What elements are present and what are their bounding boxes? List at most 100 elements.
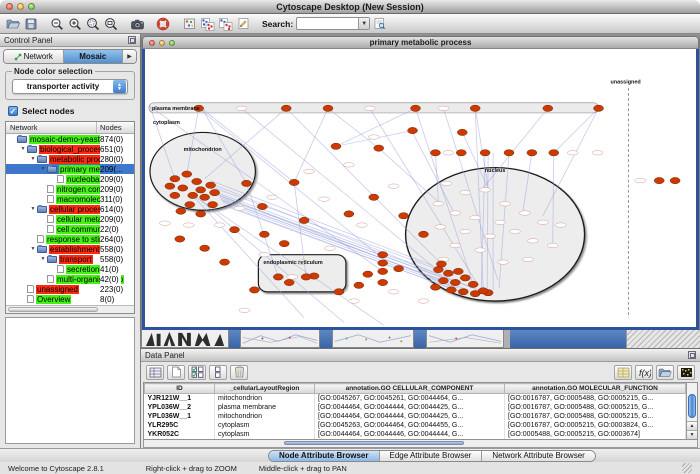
network-node[interactable] [438, 278, 448, 284]
network-node[interactable] [419, 231, 429, 237]
network-node[interactable] [230, 227, 240, 233]
delete-attribute-icon[interactable] [230, 365, 248, 380]
copy-network-expand-icon[interactable] [216, 15, 234, 32]
zoom-in-icon[interactable] [66, 15, 84, 32]
tree-row[interactable]: macromolecule311(0) [6, 194, 134, 204]
view-resize-corner[interactable] [626, 330, 700, 348]
background-window-fragment[interactable] [141, 330, 229, 348]
network-node[interactable] [543, 105, 553, 111]
tree-row[interactable]: ▼establishment of lo558(0) [6, 244, 134, 254]
tree-row[interactable]: secretion41(0) [6, 264, 134, 274]
tree-row[interactable]: ▼transport558(0) [6, 254, 134, 264]
tab-network-attribute-browser[interactable]: Network Attribute Browser [482, 451, 594, 461]
network-node[interactable] [594, 105, 604, 111]
network-node[interactable] [259, 231, 269, 237]
disclosure-triangle-icon[interactable]: ▼ [39, 256, 47, 262]
scrollbar-thumb[interactable] [688, 394, 696, 418]
table-row[interactable]: YLR295Ccytoplasm[GO:0045263, GO:0044464,… [145, 421, 686, 430]
network-node[interactable] [443, 270, 453, 276]
search-combo[interactable]: ▼ [296, 17, 370, 30]
network-node[interactable] [334, 289, 344, 295]
tab-mosaic[interactable]: Mosaic [64, 50, 124, 63]
table-row[interactable]: YPL036W__1mitochondrion[GO:0044464, GO:0… [145, 412, 686, 421]
view-titlebar[interactable]: primary metabolic process [142, 36, 699, 49]
tree-row[interactable]: multi-organism pro42(0) [6, 274, 134, 284]
network-canvas[interactable]: plasma membranecytoplasmmitochondrionnuc… [142, 49, 699, 330]
annotation-icon[interactable] [234, 15, 252, 32]
network-node[interactable] [378, 268, 388, 274]
tab-network[interactable]: Network [4, 50, 64, 63]
scrollbar-thumb[interactable] [8, 307, 98, 312]
network-node[interactable] [284, 279, 294, 285]
network-node[interactable] [430, 150, 440, 156]
save-icon[interactable] [22, 15, 40, 32]
tree-row[interactable]: Overview8(0) [6, 294, 134, 304]
network-node[interactable] [273, 274, 283, 280]
network-node[interactable] [301, 274, 311, 280]
tree-row[interactable]: ▼metabolic process280(0) [6, 154, 134, 164]
network-node[interactable] [289, 179, 299, 185]
network-node[interactable] [178, 185, 188, 191]
chevron-down-icon[interactable]: ▼ [358, 18, 369, 29]
network-node[interactable] [394, 265, 404, 271]
network-node[interactable] [210, 189, 220, 195]
attribute-matrix-icon[interactable] [677, 365, 695, 380]
tree-row[interactable]: nitrogen compo209(0) [6, 184, 134, 194]
column-header[interactable]: annotation.GO CELLULAR_COMPONENT [315, 384, 505, 394]
birdseye-icon[interactable] [180, 15, 198, 32]
select-nodes-checkbox[interactable]: ✓ [8, 106, 18, 116]
select-attributes-icon[interactable] [188, 365, 206, 380]
more-tabs-arrow[interactable]: ▶ [123, 50, 136, 63]
network-node[interactable] [192, 178, 202, 184]
column-header[interactable]: _cellularLayoutRegion [215, 384, 315, 394]
disclosure-triangle-icon[interactable]: ▼ [29, 156, 37, 162]
column-header[interactable]: annotation.GO MOLECULAR_FUNCTION [505, 384, 686, 394]
resize-grip[interactable] [682, 463, 692, 473]
network-node[interactable] [354, 282, 364, 288]
network-node[interactable] [241, 180, 251, 186]
scrollbar-thumb[interactable] [284, 441, 464, 445]
table-row[interactable]: YJR121W__1mitochondrion[GO:0045267, GO:0… [145, 394, 686, 403]
network-node[interactable] [378, 260, 388, 266]
table-vscrollbar[interactable]: ▲ ▼ [686, 383, 697, 439]
table-row[interactable]: YKR052Ccytoplasm[GO:0044464, GO:0044446,… [145, 430, 686, 439]
network-node[interactable] [331, 143, 341, 149]
network-node[interactable] [323, 105, 333, 111]
network-node[interactable] [165, 183, 175, 189]
background-window-fragment[interactable] [332, 330, 414, 348]
network-node[interactable] [670, 177, 680, 183]
search-input[interactable] [297, 18, 358, 29]
tree-row[interactable]: ▼biological_process651(0) [6, 144, 134, 154]
network-node[interactable] [208, 202, 218, 208]
background-window-fragment[interactable] [426, 330, 504, 348]
attribute-table-icon[interactable] [146, 365, 164, 380]
network-node[interactable] [299, 217, 309, 223]
network-node[interactable] [170, 176, 180, 182]
tree-col-network[interactable]: Network [10, 123, 38, 132]
float-panel-icon[interactable] [128, 36, 136, 44]
network-node[interactable] [188, 192, 198, 198]
copy-network-collapse-icon[interactable] [198, 15, 216, 32]
network-node[interactable] [480, 150, 490, 156]
network-node[interactable] [436, 261, 446, 267]
network-node[interactable] [468, 281, 478, 287]
network-node[interactable] [478, 288, 488, 294]
tree-row[interactable]: nucleobase-209(0) [6, 174, 134, 184]
network-node[interactable] [458, 289, 468, 295]
network-node[interactable] [206, 182, 216, 188]
import-attributes-icon[interactable] [614, 365, 632, 380]
network-node[interactable] [200, 194, 210, 200]
network-node[interactable] [369, 194, 379, 200]
network-node[interactable] [374, 145, 384, 151]
network-node[interactable] [654, 177, 664, 183]
network-node[interactable] [176, 208, 186, 214]
tree-row[interactable]: mosaic-demo-yeast874(0) [6, 134, 134, 144]
tree-row[interactable]: cell communicat22(0) [6, 224, 134, 234]
new-attribute-icon[interactable] [167, 365, 185, 380]
network-node[interactable] [196, 211, 206, 217]
network-node[interactable] [408, 127, 418, 133]
tree-col-nodes[interactable]: Nodes [100, 123, 122, 132]
network-node[interactable] [446, 287, 456, 293]
scroll-up-icon[interactable]: ▲ [687, 421, 697, 430]
function-builder-icon[interactable]: f(x) [635, 365, 653, 380]
